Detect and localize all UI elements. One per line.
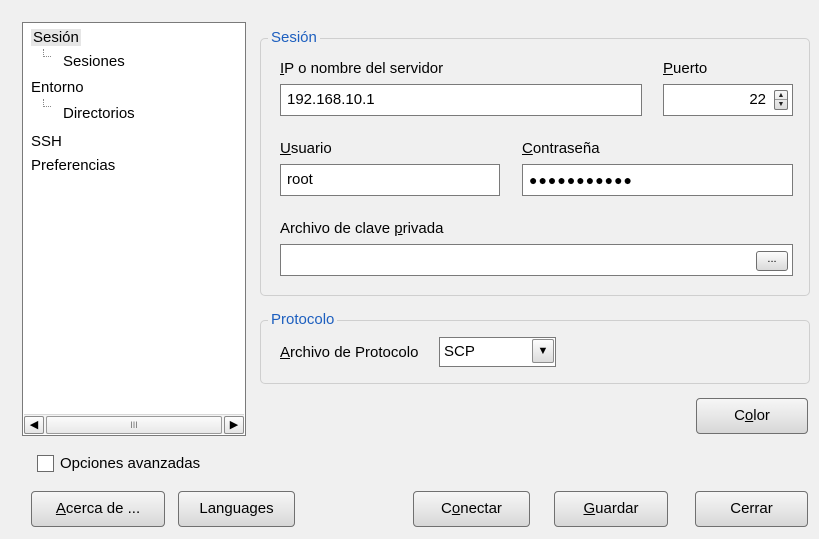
tree-horizontal-scrollbar[interactable]: ◀ III ▶ bbox=[24, 414, 244, 434]
tree-item-label: Preferencias bbox=[31, 157, 116, 174]
spin-up-icon[interactable]: ▲ bbox=[775, 91, 787, 100]
port-value: 22 bbox=[749, 91, 766, 108]
tree-item-label: Directorios bbox=[63, 105, 135, 122]
tree-item-sesion[interactable]: Sesión bbox=[31, 29, 81, 47]
close-button[interactable]: Cerrar bbox=[695, 491, 808, 527]
tree-item-ssh[interactable]: SSH bbox=[31, 133, 62, 151]
user-label: Usuario bbox=[280, 140, 332, 157]
tree-connector bbox=[43, 99, 51, 107]
advanced-options-checkbox[interactable] bbox=[37, 455, 54, 472]
scroll-left-icon[interactable]: ◀ bbox=[24, 416, 44, 434]
about-button[interactable]: Acerca de ... bbox=[31, 491, 165, 527]
host-label: IP o nombre del servidor bbox=[280, 60, 444, 77]
password-input[interactable]: ●●●●●●●●●●● bbox=[522, 164, 793, 196]
user-input[interactable]: root bbox=[280, 164, 500, 196]
tree-item-sesiones[interactable]: Sesiones bbox=[63, 53, 125, 71]
scroll-thumb-grip: III bbox=[130, 420, 138, 430]
connect-button[interactable]: Conectar bbox=[413, 491, 530, 527]
scroll-thumb[interactable]: III bbox=[46, 416, 222, 434]
file-protocol-value: SCP bbox=[444, 343, 475, 360]
color-button[interactable]: Color bbox=[696, 398, 808, 434]
session-tree[interactable]: Sesión Sesiones Entorno Directorios SSH … bbox=[22, 22, 246, 436]
advanced-options-label: Opciones avanzadas bbox=[60, 455, 201, 472]
port-input[interactable]: 22 ▲ ▼ bbox=[663, 84, 793, 116]
browse-keyfile-button[interactable]: ... bbox=[756, 251, 788, 271]
tree-item-preferencias[interactable]: Preferencias bbox=[31, 157, 115, 175]
tree-item-label: SSH bbox=[31, 133, 62, 150]
tree-item-label: Sesiones bbox=[63, 53, 125, 70]
port-label: Puerto bbox=[663, 60, 708, 77]
file-protocol-select[interactable]: SCP ▼ bbox=[439, 337, 556, 367]
port-spinner[interactable]: ▲ ▼ bbox=[774, 90, 788, 110]
file-protocol-label: Archivo de Protocolo bbox=[280, 344, 419, 361]
spin-down-icon[interactable]: ▼ bbox=[775, 100, 787, 109]
tree-connector bbox=[43, 49, 51, 57]
chevron-down-icon[interactable]: ▼ bbox=[532, 339, 554, 363]
languages-button[interactable]: Languages bbox=[178, 491, 295, 527]
tree-item-label: Entorno bbox=[31, 79, 84, 96]
password-label: Contraseña bbox=[522, 140, 600, 157]
tree-item-label: Sesión bbox=[31, 29, 81, 46]
keyfile-label: Archivo de clave privada bbox=[280, 220, 444, 237]
host-input[interactable]: 192.168.10.1 bbox=[280, 84, 642, 116]
save-button[interactable]: Guardar bbox=[554, 491, 668, 527]
tree-item-entorno[interactable]: Entorno bbox=[31, 79, 84, 97]
protocol-group-title: Protocolo bbox=[268, 311, 338, 328]
scroll-right-icon[interactable]: ▶ bbox=[224, 416, 244, 434]
tree-item-directorios[interactable]: Directorios bbox=[63, 105, 135, 123]
session-group-title: Sesión bbox=[268, 29, 320, 46]
keyfile-input[interactable]: ... bbox=[280, 244, 793, 276]
